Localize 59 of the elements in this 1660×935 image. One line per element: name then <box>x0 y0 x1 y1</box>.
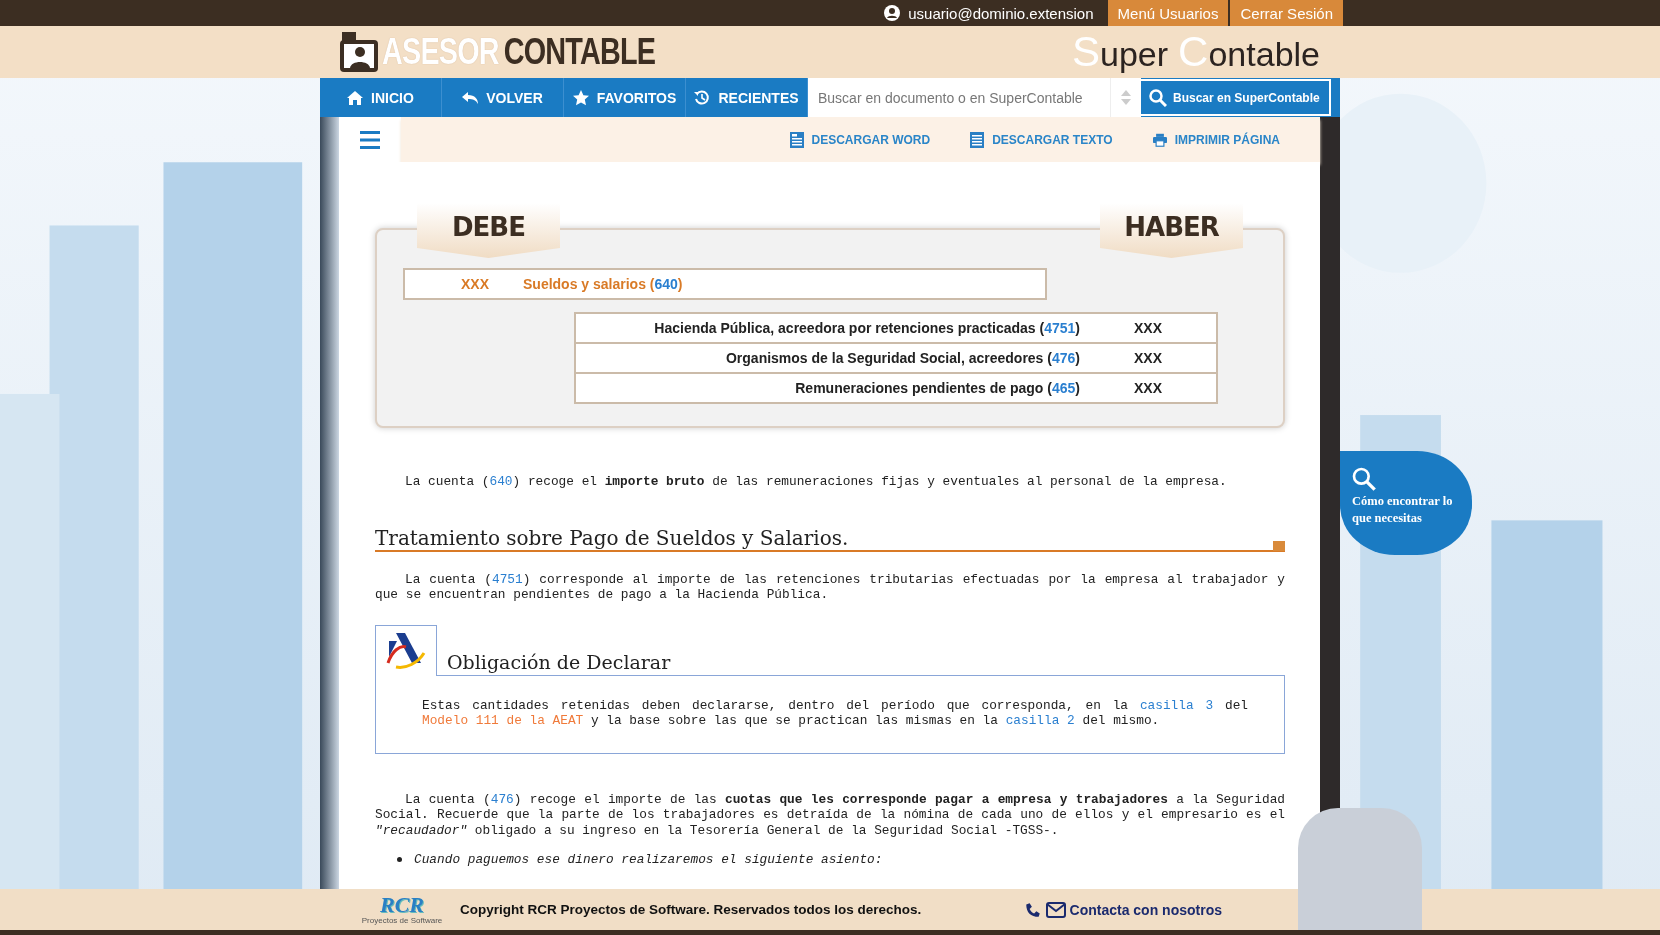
account-link[interactable]: 476 <box>490 791 514 807</box>
copyright-text: Copyright RCR Proyectos de Software. Reservados todos los derechos. <box>460 902 923 917</box>
search-field[interactable]: Buscar en documento o en SuperContable <box>808 78 1110 117</box>
brand-logo: ASESORCONTABLE <box>382 31 656 73</box>
account-name: Hacienda Pública, acreedora por retenciones practicadas (4751) <box>653 320 1080 336</box>
toolbar-action[interactable]: DESCARGAR WORD <box>789 131 931 148</box>
mail-icon <box>1045 901 1066 918</box>
search-icon <box>1352 467 1376 491</box>
bullet-icon <box>397 857 402 862</box>
section-heading: Tratamiento sobre Pago de Sueldos y Salarios. <box>375 525 850 550</box>
account-name: Sueldos y salarios (640) <box>523 276 683 292</box>
phone-icon <box>1023 900 1042 919</box>
user-icon <box>884 5 901 21</box>
home-icon <box>347 89 364 106</box>
stepper-control[interactable] <box>1110 78 1141 117</box>
reply-arrow-icon <box>462 89 479 106</box>
brand-logo: Super Contable <box>1072 28 1320 76</box>
company-logo: RCR Proyectos de Software <box>362 894 442 925</box>
account-name: Organismos de la Seguridad Social, acreedores (476) <box>724 350 1080 366</box>
account-link[interactable]: 476 <box>1051 350 1076 366</box>
star-icon <box>572 89 589 106</box>
user-menu-button[interactable]: Menú Usuarios <box>1107 0 1229 26</box>
search-icon <box>1149 88 1167 107</box>
user-menu-button[interactable]: Cerrar Sesión <box>1230 0 1343 26</box>
account-link[interactable]: 4751 <box>491 571 523 587</box>
entry-amount: XXX <box>1133 380 1163 396</box>
account-link[interactable]: 4751 <box>1044 320 1076 336</box>
tax-agency-logo-icon <box>386 632 426 669</box>
word-document-icon <box>789 131 804 148</box>
form-link[interactable]: Modelo 111 de la AEAT <box>422 713 584 728</box>
paragraph: La cuenta (476) recoge el importe de las cuotas que les corresponde pagar a empresa y trabajadores a la Seguridad Social. Recuerde que la parte de los trabajadores es detraída de la nómina de cada uno de ellos y el empresario es el "recaudador" obligado a su ingreso en la Tesorería General de la Seguridad Social -TGSS-. <box>375 791 1285 838</box>
down-arrow-icon <box>1121 99 1131 105</box>
printer-icon <box>1152 131 1167 148</box>
account-link[interactable]: 640 <box>489 474 513 489</box>
entry-amount: XXX <box>460 276 490 292</box>
account-link[interactable]: casilla 3 <box>1139 697 1214 713</box>
account-link[interactable]: 465 <box>1051 380 1076 396</box>
paragraph: La cuenta (640) recoge el importe bruto de las remuneraciones fijas y eventuales al personal de la empresa. <box>404 474 1228 490</box>
toolbar-action[interactable]: DESCARGAR TEXTO <box>970 131 1113 148</box>
toolbar-action[interactable]: IMPRIMIR PÁGINA <box>1152 131 1280 148</box>
paragraph: Estas cantidades retenidas deben declararse, dentro del período que corresponda, en la casilla 3 del Modelo 111 de la AEAT y la base sobre las que se practican las mismas en la casilla 2 del mismo. <box>422 697 1248 729</box>
entry-amount: XXX <box>1133 320 1163 336</box>
paragraph: La cuenta (4751) corresponde al importe de las retenciones tributarias efectuadas por la empresa al trabajador y que se encuentran pendientes de pago a la Hacienda Pública. <box>375 571 1285 603</box>
search-button[interactable]: Buscar en SuperContable <box>1141 81 1329 114</box>
user-email[interactable]: usuario@dominio.extension <box>884 0 1106 26</box>
up-arrow-icon <box>1121 90 1131 96</box>
list-item: Cuando paguemos ese dinero realizaremos el siguiente asiento: <box>414 852 883 867</box>
menu-icon <box>360 130 380 149</box>
contact-link[interactable]: Contacta con nosotros <box>1023 900 1222 919</box>
help-bubble[interactable]: Cómo encontrar lo que necesitas <box>1340 451 1472 555</box>
account-name: Remuneraciones pendientes de pago (465) <box>794 380 1080 396</box>
notice-title: Obligación de Declarar <box>447 650 671 673</box>
account-link[interactable]: casilla 2 <box>1005 713 1075 728</box>
entry-amount: XXX <box>1133 350 1163 366</box>
heading-marker <box>1273 540 1285 551</box>
text-document-icon <box>970 131 985 148</box>
account-link[interactable]: 640 <box>654 276 678 292</box>
history-clock-icon <box>694 89 711 106</box>
advisor-logo-icon <box>340 32 378 72</box>
